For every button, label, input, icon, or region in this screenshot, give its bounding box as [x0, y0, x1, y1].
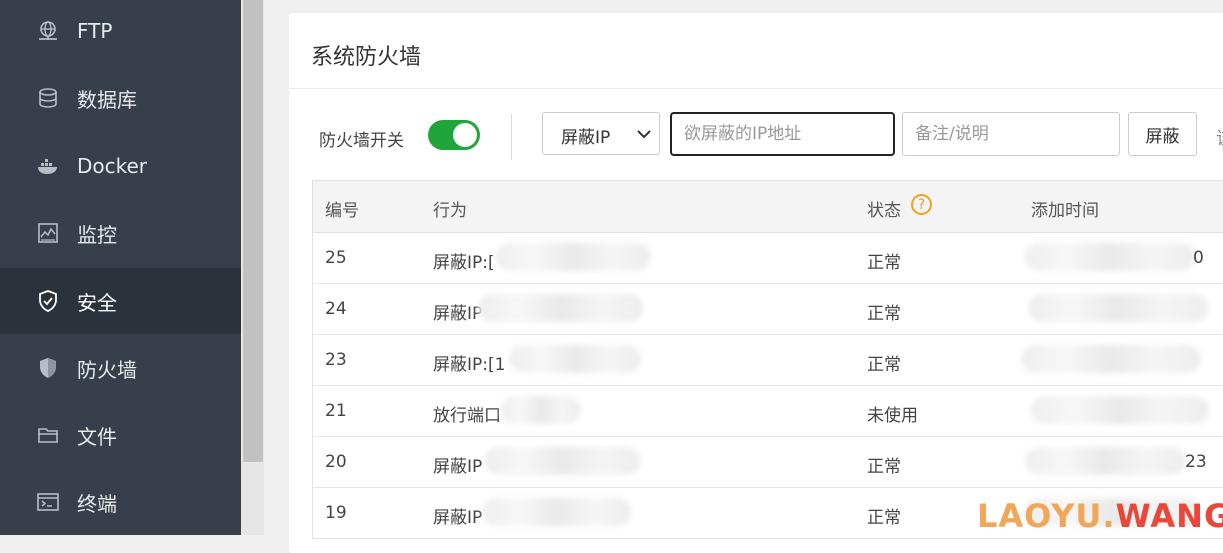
- divider: [289, 88, 1223, 89]
- page-title: 系统防火墙: [311, 45, 422, 70]
- sidebar-item-label: FTP: [77, 19, 113, 43]
- cell-id: 23: [325, 350, 347, 370]
- table-header: 编号 行为 状态 ? 添加时间: [312, 180, 1223, 233]
- toggle-knob: [453, 123, 477, 147]
- table-row: 20 屏蔽IP 正常 23: [312, 437, 1223, 488]
- table-row: 21 放行端口 未使用: [312, 386, 1223, 437]
- docker-icon: [38, 159, 57, 174]
- chevron-down-icon: [637, 130, 651, 139]
- cut-off-text: 该: [1216, 124, 1223, 149]
- terminal-icon: [37, 493, 59, 511]
- sidebar-item-monitor[interactable]: 监控: [0, 200, 241, 266]
- firewall-toggle[interactable]: [428, 120, 480, 150]
- cell-status: 正常: [867, 355, 901, 375]
- watermark-logo: LAOYU.WANG: [977, 497, 1223, 535]
- column-header-added-time: 添加时间: [1031, 201, 1099, 221]
- cell-id: 21: [325, 401, 347, 421]
- table-row: 25 屏蔽IP:[ 正常 0: [312, 233, 1223, 284]
- table-row: 24 屏蔽IP 正常: [312, 284, 1223, 335]
- cell-id: 25: [325, 248, 347, 268]
- column-header-id: 编号: [325, 201, 359, 221]
- ftp-icon: [39, 21, 57, 40]
- cell-status: 正常: [867, 457, 901, 477]
- cell-action: 屏蔽IP: [433, 304, 483, 324]
- firewall-panel: 系统防火墙 防火墙开关 屏蔽IP 屏蔽 该 编号 行为 状态 ? 添加时间 25…: [289, 13, 1223, 553]
- sidebar-item-security[interactable]: 安全: [0, 268, 241, 334]
- question-circle-icon[interactable]: ?: [911, 194, 932, 215]
- cell-action: 屏蔽IP: [433, 457, 483, 477]
- cell-status: 正常: [867, 304, 901, 324]
- database-icon: [39, 88, 57, 108]
- sidebar-item-database[interactable]: 数据库: [0, 65, 241, 131]
- folder-icon: [38, 428, 58, 443]
- cell-time-suffix: 23: [1185, 452, 1207, 472]
- cell-status: 未使用: [867, 406, 918, 426]
- sidebar-item-label: 防火墙: [77, 357, 137, 382]
- sidebar-item-label: 终端: [77, 491, 117, 516]
- redacted-blur: [501, 396, 581, 424]
- action-select[interactable]: 屏蔽IP: [542, 112, 660, 155]
- sidebar-item-docker[interactable]: Docker: [0, 133, 241, 199]
- column-header-status: 状态: [867, 201, 901, 221]
- monitor-icon: [38, 223, 58, 243]
- ip-address-input[interactable]: [670, 112, 895, 156]
- cell-time-suffix: 0: [1193, 248, 1204, 268]
- table-row: 23 屏蔽IP:[1 正常: [312, 335, 1223, 386]
- redacted-blur: [485, 447, 640, 475]
- cell-status: 正常: [867, 253, 901, 273]
- sidebar-item-label: 文件: [77, 424, 117, 449]
- sidebar-item-label: 数据库: [77, 87, 137, 112]
- cell-id: 20: [325, 452, 347, 472]
- note-input[interactable]: [902, 112, 1120, 156]
- cell-action: 屏蔽IP:[: [433, 253, 495, 273]
- redacted-blur: [496, 243, 651, 271]
- redacted-blur: [1028, 294, 1208, 322]
- sidebar-item-ftp[interactable]: FTP: [0, 0, 241, 64]
- shield-check-icon: [39, 290, 57, 312]
- cell-action: 屏蔽IP:[1: [433, 355, 506, 375]
- block-button[interactable]: 屏蔽: [1128, 112, 1197, 156]
- redacted-blur: [1025, 447, 1185, 475]
- sidebar-item-files[interactable]: 文件: [0, 402, 241, 468]
- firewall-shield-icon: [40, 358, 56, 378]
- watermark-part: LAOYU.: [977, 497, 1116, 535]
- cell-action: 屏蔽IP: [433, 508, 483, 528]
- redacted-blur: [483, 498, 631, 526]
- redacted-blur: [1021, 345, 1201, 373]
- sidebar-item-label: 安全: [77, 290, 117, 315]
- redacted-blur: [509, 345, 641, 373]
- watermark-part: WANG: [1115, 497, 1223, 535]
- redacted-blur: [1025, 243, 1195, 271]
- action-select-value: 屏蔽IP: [561, 128, 611, 148]
- sidebar-item-firewall[interactable]: 防火墙: [0, 335, 241, 401]
- sidebar-item-terminal[interactable]: 终端: [0, 469, 241, 535]
- sidebar: FTP 数据库 Docker 监控 安全 防火墙 文件 终端: [0, 0, 241, 535]
- firewall-switch-label: 防火墙开关: [319, 131, 404, 151]
- cell-action: 放行端口: [433, 406, 501, 426]
- redacted-blur: [1031, 396, 1209, 424]
- sidebar-item-label: 监控: [77, 222, 117, 247]
- cell-id: 19: [325, 503, 347, 523]
- cell-id: 24: [325, 299, 347, 319]
- divider: [511, 114, 512, 160]
- column-header-action: 行为: [433, 201, 467, 221]
- cell-status: 正常: [867, 508, 901, 528]
- scrollbar-thumb[interactable]: [243, 0, 263, 462]
- sidebar-item-label: Docker: [77, 154, 148, 178]
- redacted-blur: [478, 294, 643, 322]
